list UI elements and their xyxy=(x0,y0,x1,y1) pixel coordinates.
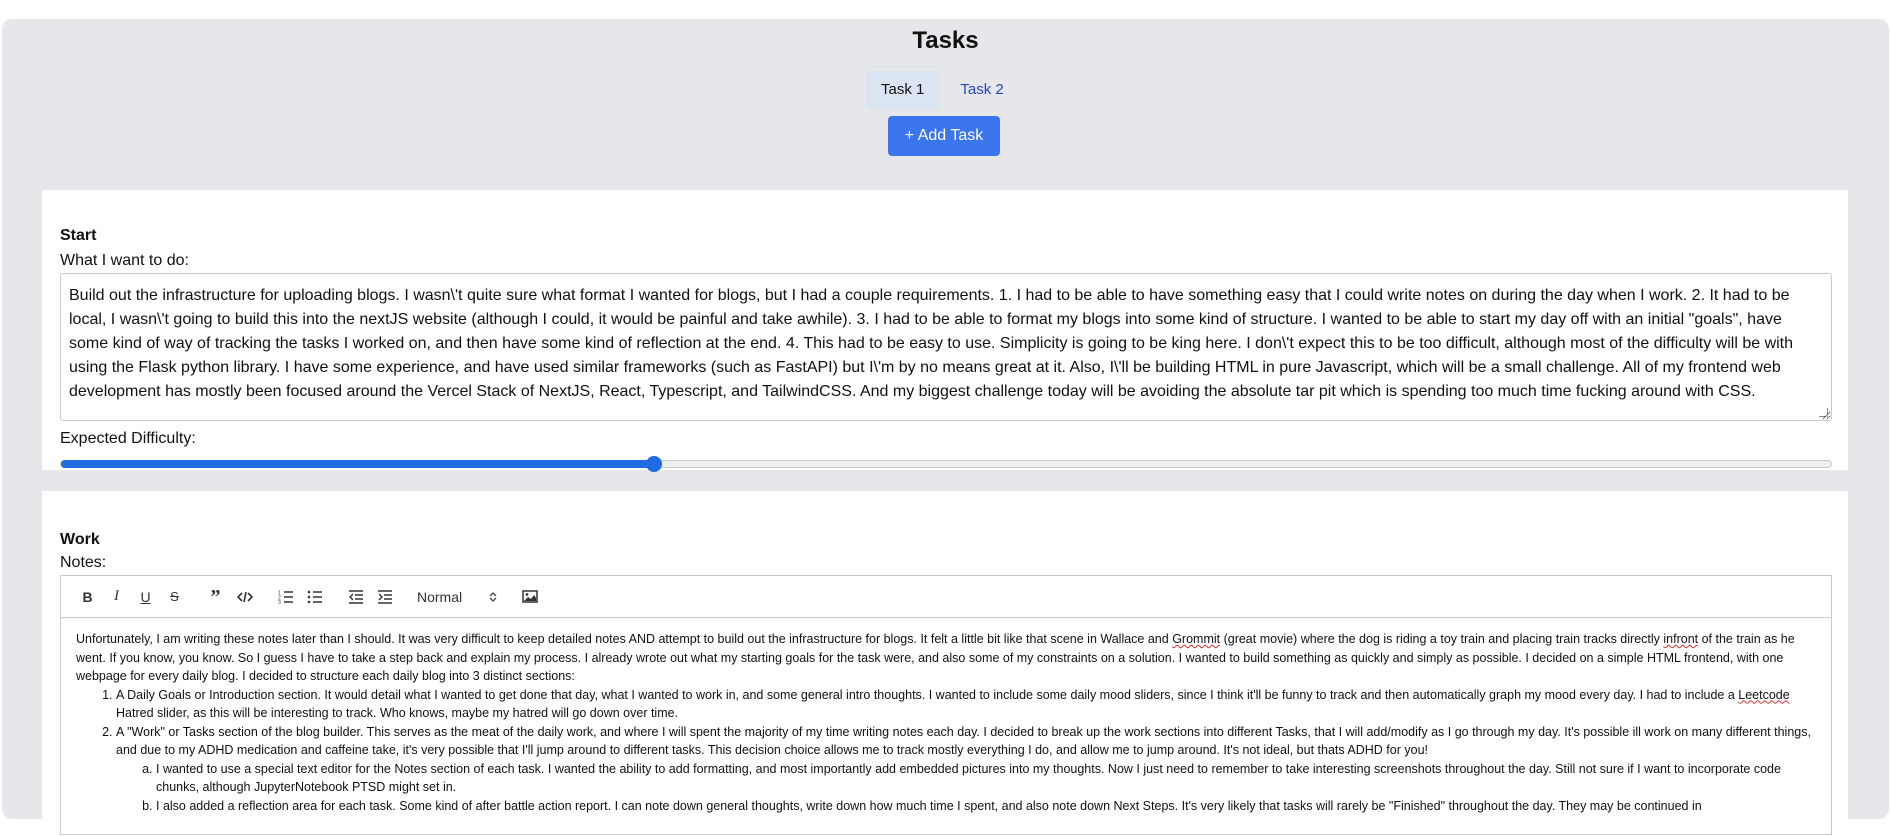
notes-editor[interactable]: B I U S ” 123 Normal Unfortunately, I am… xyxy=(60,575,1832,835)
format-select[interactable]: Normal xyxy=(411,585,503,609)
notes-paragraph: Unfortunately, I am writing these notes … xyxy=(76,632,1795,683)
difficulty-label: Expected Difficulty: xyxy=(60,430,196,447)
page-title: Tasks xyxy=(912,27,979,54)
bold-icon[interactable]: B xyxy=(73,585,102,609)
difficulty-slider-fill xyxy=(61,460,654,468)
svg-text:3: 3 xyxy=(278,600,281,604)
notes-content[interactable]: Unfortunately, I am writing these notes … xyxy=(61,618,1831,836)
start-heading: Start xyxy=(60,227,97,244)
ordered-list-icon[interactable]: 123 xyxy=(271,585,300,609)
difficulty-slider[interactable] xyxy=(60,456,1832,472)
code-icon[interactable] xyxy=(230,585,259,609)
list-item: I wanted to use a special text editor fo… xyxy=(156,760,1816,797)
tab-task-2[interactable]: Task 2 xyxy=(945,71,1018,109)
task-tabs: Task 1 Task 2 xyxy=(866,71,1019,109)
select-arrows-icon xyxy=(489,591,497,602)
work-section: Work Notes: B I U S ” 123 Normal Unfortu… xyxy=(42,491,1848,835)
resize-handle[interactable] xyxy=(1819,408,1828,417)
underline-icon[interactable]: U xyxy=(131,585,160,609)
format-select-value: Normal xyxy=(417,588,463,605)
bullet-list-icon[interactable] xyxy=(300,585,329,609)
editor-toolbar: B I U S ” 123 Normal xyxy=(61,576,1831,618)
notes-sublist: I wanted to use a special text editor fo… xyxy=(116,760,1816,816)
goal-textarea[interactable]: Build out the infrastructure for uploadi… xyxy=(60,273,1832,421)
outdent-icon[interactable] xyxy=(341,585,370,609)
italic-icon[interactable]: I xyxy=(102,585,131,609)
notes-label: Notes: xyxy=(60,554,107,571)
image-icon[interactable] xyxy=(515,585,544,609)
goal-label: What I want to do: xyxy=(60,252,189,269)
strike-icon[interactable]: S xyxy=(160,585,189,609)
indent-icon[interactable] xyxy=(370,585,399,609)
blockquote-icon[interactable]: ” xyxy=(201,585,230,609)
work-heading: Work xyxy=(60,531,100,548)
difficulty-slider-thumb[interactable] xyxy=(645,456,662,472)
tab-task-1[interactable]: Task 1 xyxy=(866,71,940,109)
goal-text: Build out the infrastructure for uploadi… xyxy=(69,287,1794,400)
start-section: Start What I want to do: Build out the i… xyxy=(42,190,1848,472)
list-item: A "Work" or Tasks section of the blog bu… xyxy=(116,723,1816,816)
add-task-button[interactable]: + Add Task xyxy=(888,116,1000,156)
list-item: A Daily Goals or Introduction section. I… xyxy=(116,686,1816,723)
notes-list: A Daily Goals or Introduction section. I… xyxy=(76,686,1816,816)
